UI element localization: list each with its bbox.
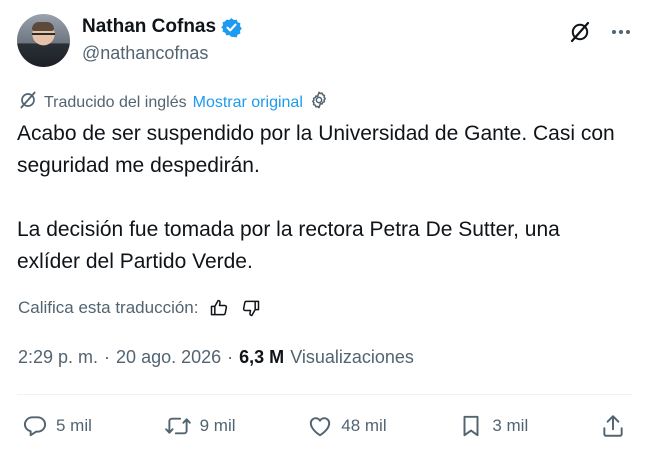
avatar-hair	[32, 22, 54, 31]
views-label: Visualizaciones	[290, 347, 414, 367]
tweet-paragraph: Acabo de ser suspendido por la Universid…	[17, 122, 615, 177]
action-bar: 5 mil 9 mil 48 mil 3 mil	[22, 409, 626, 443]
more-options-icon[interactable]	[610, 21, 632, 43]
reply-icon	[22, 413, 48, 439]
share-button[interactable]	[600, 413, 626, 439]
divider	[17, 394, 632, 395]
author-name-row: Nathan Cofnas	[82, 16, 242, 38]
reply-count: 5 mil	[56, 416, 92, 435]
share-icon	[600, 413, 626, 439]
bookmark-count: 3 mil	[492, 416, 529, 435]
translation-label: Traducido del inglés	[44, 93, 187, 111]
tweet-time[interactable]: 2:29 p. m.	[18, 347, 98, 368]
heart-icon	[307, 413, 333, 439]
reply-button[interactable]: 5 mil	[22, 413, 92, 439]
translation-bar: Traducido del inglés Mostrar original	[18, 90, 329, 115]
top-actions	[568, 20, 632, 44]
show-original-link[interactable]: Mostrar original	[193, 94, 303, 112]
avatar[interactable]	[17, 14, 70, 67]
bookmark-button[interactable]: 3 mil	[458, 413, 528, 439]
author-handle[interactable]: @nathancofnas	[82, 42, 242, 64]
tweet-meta: 2:29 p. m. · 20 ago. 2026 · 6,3 M Visual…	[18, 347, 414, 368]
avatar-glasses	[32, 33, 55, 40]
meta-separator: ·	[104, 347, 111, 367]
repost-button[interactable]: 9 mil	[164, 413, 236, 439]
like-button[interactable]: 48 mil	[307, 413, 387, 439]
grok-translate-icon	[18, 90, 38, 115]
bookmark-icon	[458, 413, 484, 439]
tweet-header: Nathan Cofnas @nathancofnas	[17, 14, 632, 70]
repost-count: 9 mil	[199, 416, 236, 435]
tweet-date[interactable]: 20 ago. 2026	[116, 347, 221, 368]
translation-settings-icon[interactable]	[309, 90, 329, 115]
grok-icon[interactable]	[568, 20, 592, 44]
author-name[interactable]: Nathan Cofnas	[82, 16, 216, 38]
rate-translation: Califica esta traducción:	[18, 297, 262, 319]
tweet-paragraph: La decisión fue tomada por la rectora Pe…	[17, 218, 560, 273]
author-block: Nathan Cofnas @nathancofnas	[82, 16, 242, 64]
verified-badge-icon[interactable]	[221, 17, 242, 38]
thumbs-down-icon[interactable]	[240, 297, 262, 319]
like-count: 48 mil	[341, 416, 387, 435]
repost-icon	[164, 413, 192, 439]
rate-translation-label: Califica esta traducción:	[18, 298, 199, 317]
thumbs-up-icon[interactable]	[208, 297, 230, 319]
views-count: 6,3 M	[239, 347, 285, 367]
tweet-text: Acabo de ser suspendido por la Universid…	[17, 118, 617, 278]
meta-separator: ·	[227, 347, 234, 367]
